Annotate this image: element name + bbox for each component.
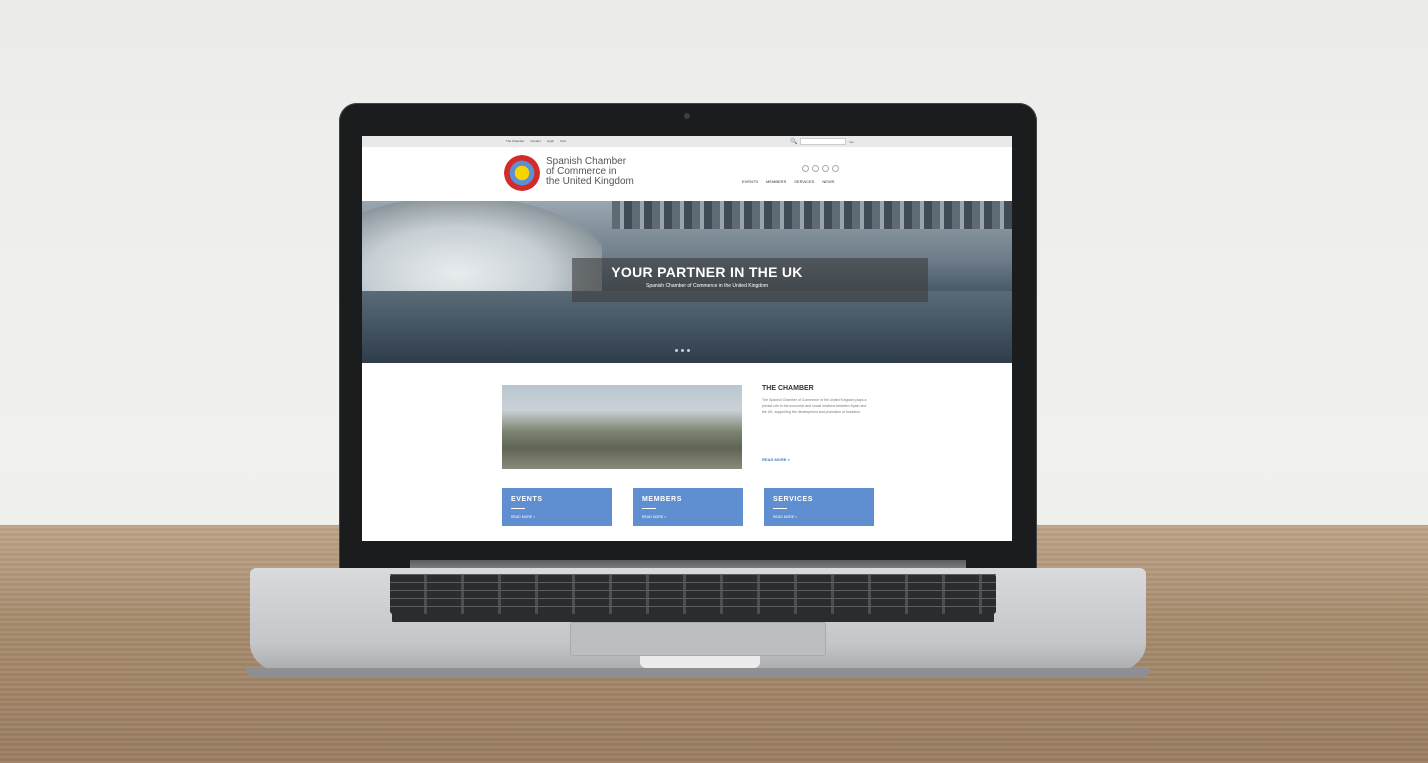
lid-notch xyxy=(640,656,760,668)
card-divider xyxy=(642,508,656,509)
search-icon[interactable]: 🔍 xyxy=(790,139,797,145)
linkedin-icon[interactable] xyxy=(822,165,829,172)
carousel-dot[interactable] xyxy=(681,349,684,352)
section-cards: EVENTS READ MORE > MEMBERS READ MORE > S… xyxy=(502,488,874,526)
card-link[interactable]: READ MORE > xyxy=(642,515,666,519)
site-search: 🔍 Go xyxy=(790,138,854,145)
chamber-title: THE CHAMBER xyxy=(762,385,814,392)
chamber-read-more[interactable]: READ MORE > xyxy=(762,457,790,462)
card-members[interactable]: MEMBERS READ MORE > xyxy=(633,488,743,526)
laptop-base xyxy=(250,568,1146,674)
laptop-lid: The Chamber Contact Login Cart 🔍 Go Span… xyxy=(339,103,1037,573)
laptop-foot xyxy=(246,668,1150,678)
topbar-links: The Chamber Contact Login Cart xyxy=(506,139,566,143)
card-divider xyxy=(511,508,525,509)
hero-subtitle: Spanish Chamber of Commerce in the Unite… xyxy=(645,283,768,289)
nav-services[interactable]: SERVICES xyxy=(794,179,814,184)
nav-members[interactable]: MEMBERS xyxy=(766,179,786,184)
card-link[interactable]: READ MORE > xyxy=(511,515,535,519)
hero-caption: YOUR PARTNER IN THE UK Spanish Chamber o… xyxy=(572,258,928,302)
youtube-icon[interactable] xyxy=(832,165,839,172)
brand-line-3: the United Kingdom xyxy=(546,176,634,187)
nav-news[interactable]: NEWS xyxy=(822,179,834,184)
topbar-link-cart[interactable]: Cart xyxy=(560,139,566,143)
social-icons xyxy=(802,165,839,172)
site-header: Spanish Chamber of Commerce in the Unite… xyxy=(362,147,1012,201)
carousel-dot[interactable] xyxy=(675,349,678,352)
hero-title: YOUR PARTNER IN THE UK xyxy=(611,264,803,280)
photo-scene: The Chamber Contact Login Cart 🔍 Go Span… xyxy=(0,0,1428,763)
brand-name[interactable]: Spanish Chamber of Commerce in the Unite… xyxy=(546,157,634,187)
topbar-link-login[interactable]: Login xyxy=(547,139,554,143)
card-events[interactable]: EVENTS READ MORE > xyxy=(502,488,612,526)
card-services[interactable]: SERVICES READ MORE > xyxy=(764,488,874,526)
chamber-text: The Spanish Chamber of Commerce in the U… xyxy=(762,398,867,414)
card-link[interactable]: READ MORE > xyxy=(773,515,797,519)
carousel-dot[interactable] xyxy=(687,349,690,352)
search-input[interactable] xyxy=(800,138,847,145)
card-divider xyxy=(773,508,787,509)
topbar-link-chamber[interactable]: The Chamber xyxy=(506,139,524,143)
card-title: MEMBERS xyxy=(642,496,682,503)
webcam-icon xyxy=(684,113,690,119)
hero-skyline xyxy=(612,201,1012,229)
twitter-icon[interactable] xyxy=(812,165,819,172)
site-content: THE CHAMBER The Spanish Chamber of Comme… xyxy=(362,363,1012,541)
search-button[interactable]: Go xyxy=(849,140,853,144)
laptop-screen: The Chamber Contact Login Cart 🔍 Go Span… xyxy=(362,136,1012,541)
topbar-link-contact[interactable]: Contact xyxy=(530,139,540,143)
facebook-icon[interactable] xyxy=(802,165,809,172)
keyboard-rows xyxy=(390,574,996,614)
main-nav: EVENTS MEMBERS SERVICES NEWS xyxy=(742,179,834,184)
chamber-logo[interactable] xyxy=(504,155,540,191)
site-topbar: The Chamber Contact Login Cart 🔍 Go xyxy=(362,136,1012,147)
card-title: EVENTS xyxy=(511,496,543,503)
trackpad xyxy=(570,622,826,656)
carousel-dots xyxy=(675,349,690,352)
card-title: SERVICES xyxy=(773,496,814,503)
hero-banner: YOUR PARTNER IN THE UK Spanish Chamber o… xyxy=(362,201,1012,363)
nav-events[interactable]: EVENTS xyxy=(742,179,758,184)
london-photo xyxy=(502,385,742,469)
